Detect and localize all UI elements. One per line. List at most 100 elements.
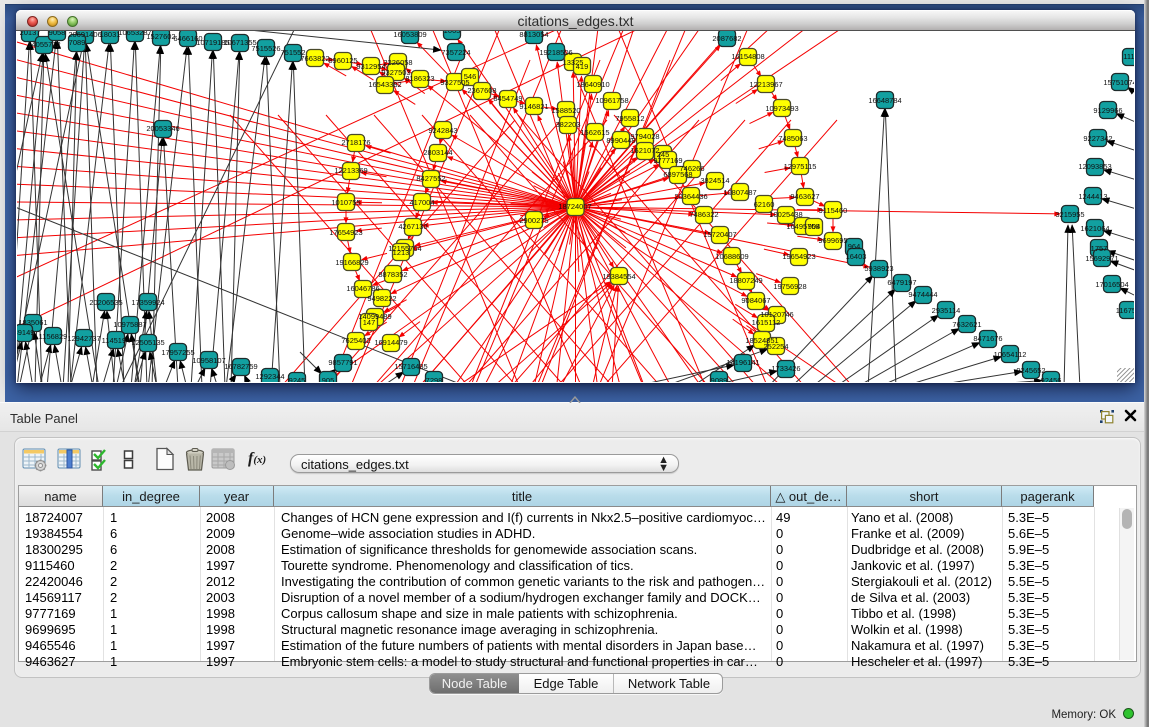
svg-text:1621064: 1621064	[1080, 224, 1109, 233]
svg-text:9857791: 9857791	[328, 358, 357, 367]
svg-text:10973493: 10973493	[765, 104, 798, 113]
svg-text:15692971: 15692971	[1085, 254, 1118, 263]
svg-text:16914479: 16914479	[374, 338, 407, 347]
svg-text:2226058: 2226058	[383, 58, 412, 67]
svg-text:1112: 1112	[1123, 52, 1134, 61]
svg-text:1145194: 1145194	[102, 336, 131, 345]
svg-text:8471676: 8471676	[973, 334, 1002, 343]
svg-text:15720407: 15720407	[703, 230, 736, 239]
svg-text:9084067: 9084067	[741, 296, 770, 305]
svg-text:17957255: 17957255	[161, 348, 194, 357]
svg-text:2803144: 2803144	[423, 148, 452, 157]
svg-text:905: 905	[322, 376, 335, 382]
svg-text:9129966: 9129966	[1093, 106, 1122, 115]
svg-text:12975115: 12975115	[784, 162, 817, 171]
svg-text:10975887: 10975887	[113, 320, 146, 329]
svg-text:16782759: 16782759	[224, 362, 257, 371]
svg-text:1733426: 1733426	[771, 364, 800, 373]
svg-text:1562615: 1562615	[580, 128, 609, 137]
svg-text:16648784: 16648784	[868, 96, 901, 105]
svg-text:1156829: 1156829	[39, 332, 68, 341]
svg-text:1621072: 1621072	[630, 146, 659, 155]
svg-text:7485063: 7485063	[778, 134, 807, 143]
svg-text:16403: 16403	[846, 252, 867, 261]
svg-text:8960125: 8960125	[328, 56, 357, 65]
svg-text:7625402: 7625402	[341, 336, 370, 345]
svg-text:18724007: 18724007	[558, 202, 591, 211]
svg-text:10025438: 10025438	[769, 210, 802, 219]
svg-text:1065: 1065	[444, 31, 461, 35]
svg-text:382203: 382203	[555, 120, 580, 129]
svg-text:147: 147	[363, 318, 376, 327]
svg-text:16543382: 16543382	[368, 80, 401, 89]
svg-text:9146821: 9146821	[519, 102, 548, 111]
svg-text:9089: 9089	[711, 376, 728, 382]
svg-text:9058: 9058	[49, 31, 66, 37]
svg-text:19218506: 19218506	[539, 48, 572, 57]
svg-text:2935114: 2935114	[932, 306, 961, 315]
svg-text:1010755: 1010755	[331, 198, 360, 207]
svg-text:1527602: 1527602	[146, 32, 175, 41]
svg-text:15716485: 15716485	[394, 362, 427, 371]
svg-text:19756928: 19756928	[773, 282, 806, 291]
svg-text:12942737: 12942737	[67, 334, 100, 343]
svg-text:1588520: 1588520	[551, 106, 580, 115]
svg-text:5938923: 5938923	[864, 264, 893, 273]
svg-text:9498222: 9498222	[367, 294, 396, 303]
svg-text:16053809: 16053809	[393, 31, 426, 39]
svg-text:19384554: 19384554	[602, 272, 635, 281]
svg-text:18640910: 18640910	[576, 80, 609, 89]
svg-text:8813054: 8813054	[519, 31, 548, 39]
svg-text:1835061: 1835061	[18, 318, 47, 327]
svg-text:8427552: 8427552	[416, 174, 445, 183]
svg-text:8454749: 8454749	[493, 94, 522, 103]
svg-text:546: 546	[464, 72, 477, 81]
svg-text:9463627: 9463627	[790, 192, 819, 201]
svg-text:7298: 7298	[426, 376, 443, 382]
svg-text:904: 904	[808, 222, 821, 231]
svg-text:18807249: 18807249	[729, 276, 762, 285]
svg-text:419: 419	[576, 62, 589, 71]
svg-text:7089: 7089	[69, 38, 86, 47]
svg-text:12213369: 12213369	[334, 166, 367, 175]
svg-text:7357224: 7357224	[441, 48, 470, 57]
svg-text:10688609: 10688609	[715, 252, 748, 261]
svg-text:16154808: 16154808	[731, 52, 764, 61]
svg-text:1292344: 1292344	[255, 372, 284, 381]
svg-text:7486322: 7486322	[689, 210, 718, 219]
svg-text:20053346: 20053346	[146, 124, 179, 133]
svg-text:2900275: 2900275	[519, 216, 548, 225]
svg-text:9242843: 9242843	[428, 126, 457, 135]
svg-text:3824514: 3824514	[700, 176, 729, 185]
svg-text:14055712: 14055712	[27, 40, 60, 49]
svg-text:10654112: 10654112	[994, 350, 1027, 359]
svg-text:39149: 39149	[17, 328, 34, 337]
svg-text:20137: 20137	[20, 31, 41, 37]
svg-text:9245: 9245	[289, 376, 306, 382]
svg-text:12505135: 12505135	[131, 338, 164, 347]
svg-text:14196141: 14196141	[726, 358, 759, 367]
svg-text:1244413: 1244413	[1078, 192, 1107, 201]
svg-text:8186323: 8186323	[405, 74, 434, 83]
svg-text:17016504: 17016504	[1095, 280, 1128, 289]
svg-text:9115460: 9115460	[819, 206, 848, 215]
svg-text:62160: 62160	[754, 200, 775, 209]
svg-text:19166829: 19166829	[335, 258, 368, 267]
svg-text:19654923: 19654923	[782, 252, 815, 261]
svg-text:15751074: 15751074	[1103, 78, 1134, 87]
svg-text:17359924: 17359924	[131, 298, 164, 307]
svg-text:252254: 252254	[763, 342, 788, 351]
svg-text:92456: 92456	[1041, 376, 1062, 382]
svg-text:964: 964	[848, 242, 861, 251]
svg-text:9777169: 9777169	[653, 156, 682, 165]
svg-text:8878352: 8878352	[378, 270, 407, 279]
svg-text:10961758: 10961758	[595, 96, 628, 105]
svg-text:9227342: 9227342	[1083, 134, 1112, 143]
svg-text:4267130: 4267130	[398, 222, 427, 231]
svg-text:12213967: 12213967	[749, 80, 782, 89]
svg-text:1615112: 1615112	[752, 318, 781, 327]
svg-text:2087682: 2087682	[712, 34, 741, 43]
svg-text:2718176: 2718176	[341, 138, 370, 147]
svg-text:10807487: 10807487	[723, 188, 756, 197]
svg-text:10958107: 10958107	[192, 356, 225, 365]
